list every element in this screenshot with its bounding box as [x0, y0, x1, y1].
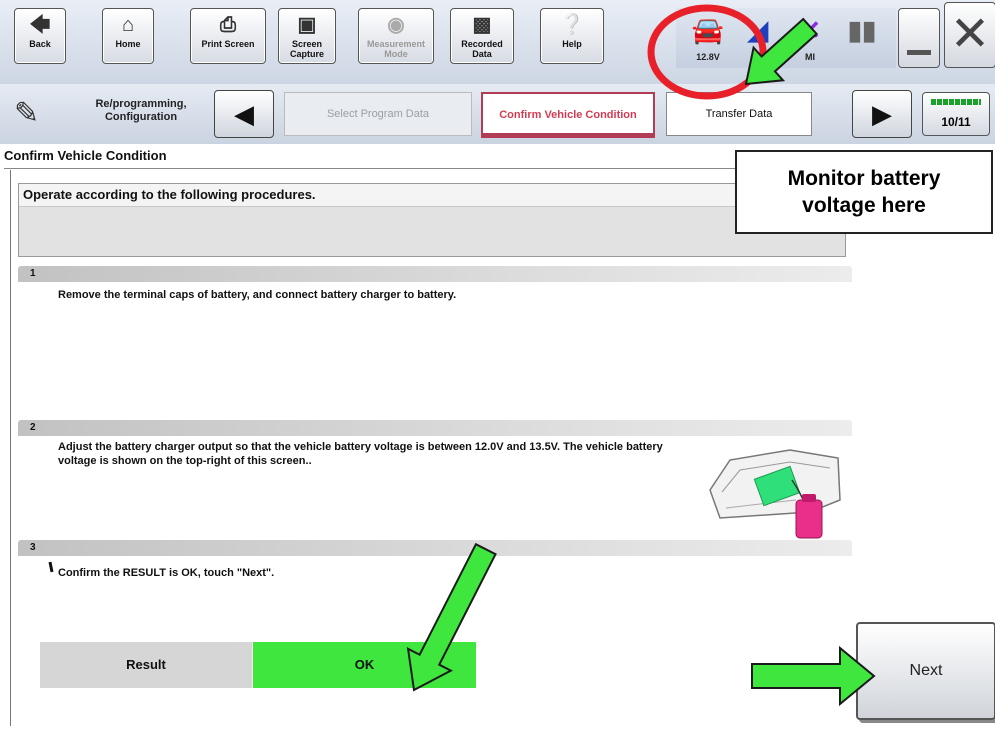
measurement-mode-label: Measurement Mode: [366, 39, 426, 59]
help-icon: ❔: [559, 14, 585, 36]
vi-indicator: ◢ VI: [734, 8, 782, 68]
next-button[interactable]: Next: [856, 622, 995, 720]
close-icon: ✕: [949, 8, 991, 61]
back-button[interactable]: 🡄 Back: [14, 8, 66, 64]
step-navigation-bar: ✎ Re/programming, Configuration ◀ Select…: [0, 84, 995, 144]
home-label: Home: [115, 39, 141, 49]
camera-icon: ▣: [297, 14, 317, 36]
step-1-header: 1: [18, 266, 852, 282]
step-select-program-data: Select Program Data: [284, 92, 472, 136]
back-label: Back: [29, 39, 51, 49]
recorded-data-label: Recorded Data: [461, 39, 503, 59]
car-icon: 🚘: [691, 15, 725, 45]
close-button[interactable]: ✕: [944, 2, 995, 68]
printer-icon: ⎙: [220, 14, 236, 36]
instructions-heading: Operate according to the following proce…: [19, 184, 845, 207]
battery-charger-illustration: [709, 449, 841, 539]
battery-voltage-value: 12.8V: [696, 52, 720, 62]
triangle-left-icon: ◀: [234, 99, 254, 129]
home-button[interactable]: ⌂ Home: [102, 8, 154, 64]
minimize-button[interactable]: [898, 8, 940, 68]
mi-label: MI: [805, 52, 815, 62]
measurement-mode-button[interactable]: ◉ Measurement Mode: [358, 8, 434, 64]
back-arrow-icon: 🡄: [29, 14, 51, 36]
battery-voltage-indicator: 🚘 12.8V: [684, 8, 732, 68]
print-screen-label: Print Screen: [201, 39, 255, 49]
step-3-header: 3: [18, 540, 852, 556]
step-1-text: Remove the terminal caps of battery, and…: [58, 289, 457, 301]
screen-capture-label: Screen Capture: [289, 39, 324, 59]
mi-x-icon: ✕: [799, 15, 821, 45]
vi-icon: ◢: [748, 15, 768, 45]
status-area: 🚘 12.8V ◢ VI ✕ MI ▮▮: [676, 8, 896, 68]
print-screen-button[interactable]: ⎙ Print Screen: [190, 8, 266, 64]
next-step-arrow-button[interactable]: ▶: [852, 90, 912, 138]
result-label: Result: [40, 642, 252, 688]
battery-icon: ▮▮: [847, 15, 877, 45]
help-button[interactable]: ❔ Help: [540, 8, 604, 64]
recorded-data-icon: ▩: [472, 14, 492, 36]
home-icon: ⌂: [121, 14, 135, 36]
battery-indicator: ▮▮: [838, 8, 886, 68]
progress-bar: [931, 99, 981, 105]
step-3-text: Confirm the RESULT is OK, touch "Next".: [58, 567, 275, 579]
vi-label: VI: [753, 52, 763, 62]
callout-line-2: voltage here: [802, 194, 926, 217]
instructions-box: Operate according to the following proce…: [18, 183, 846, 257]
previous-step-button[interactable]: ◀: [214, 90, 274, 138]
mode-label: Re/programming, Configuration: [95, 98, 187, 123]
step-transfer-data: Transfer Data: [666, 92, 812, 136]
result-value: OK: [253, 642, 476, 688]
recorded-data-button[interactable]: ▩ Recorded Data: [450, 8, 514, 64]
triangle-right-icon: ▶: [872, 99, 892, 129]
mi-indicator: ✕ MI: [786, 8, 834, 68]
minimize-icon: [907, 50, 931, 55]
progress-text: 10/11: [941, 115, 971, 129]
step-confirm-vehicle-condition: Confirm Vehicle Condition: [481, 92, 655, 138]
screen-capture-button[interactable]: ▣ Screen Capture: [278, 8, 336, 64]
step-progress: 10/11: [922, 92, 990, 136]
battery-voltage-callout: Monitor battery voltage here: [735, 150, 993, 234]
reprogramming-icon: ✎: [14, 97, 40, 130]
help-label: Help: [562, 39, 582, 49]
callout-line-1: Monitor battery: [787, 167, 941, 190]
top-toolbar: 🡄 Back ⌂ Home ⎙ Print Screen ▣ Screen Ca…: [0, 0, 995, 84]
step-2-text: Adjust the battery charger output so tha…: [58, 441, 663, 467]
meter-icon: ◉: [387, 14, 405, 36]
